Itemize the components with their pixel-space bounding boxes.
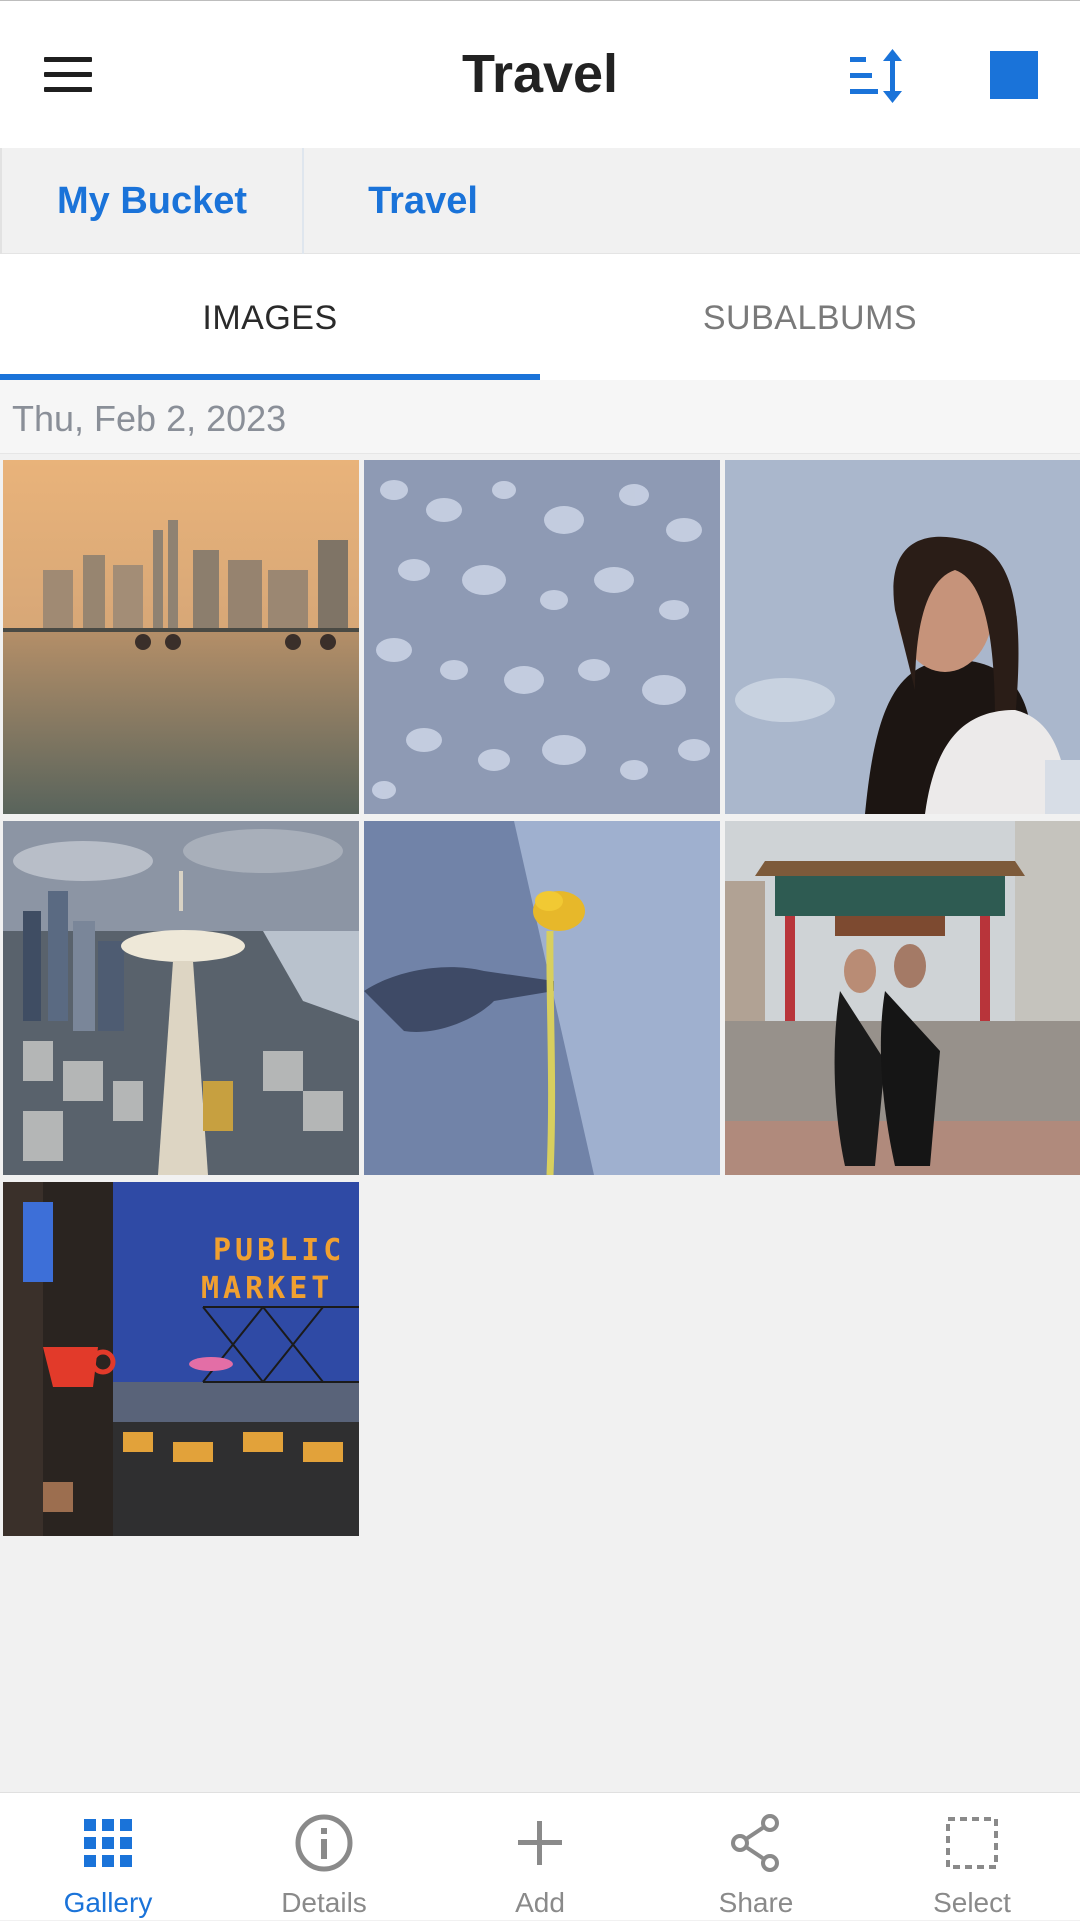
image-thumbnail-water-droplets[interactable] — [364, 460, 720, 814]
nav-details[interactable]: Details — [216, 1793, 432, 1921]
square-icon[interactable] — [990, 51, 1038, 99]
top-app-bar: Travel — [0, 0, 1080, 148]
select-icon — [946, 1817, 998, 1869]
plus-icon — [518, 1821, 562, 1865]
page-title: Travel — [461, 44, 619, 104]
nav-label-share: Share — [718, 1887, 794, 1918]
date-label: Thu, Feb 2, 2023 — [12, 398, 287, 439]
breadcrumb: My Bucket Travel — [0, 148, 1080, 254]
image-thumbnail-space-needle[interactable] — [3, 821, 359, 1175]
nav-label-add: Add — [515, 1887, 565, 1918]
image-thumbnail-public-market[interactable]: PUBLIC MARKET — [3, 1182, 359, 1536]
svg-text:PUBLIC: PUBLIC — [213, 1233, 345, 1268]
image-thumbnail-portrait[interactable] — [725, 460, 1080, 814]
nav-add[interactable]: Add — [432, 1793, 648, 1921]
tab-images[interactable]: IMAGES — [0, 254, 540, 380]
image-thumbnail-yellow-flower[interactable] — [364, 821, 720, 1175]
share-icon — [731, 1814, 779, 1872]
nav-select[interactable]: Select — [864, 1793, 1080, 1921]
nav-label-details: Details — [281, 1887, 367, 1918]
info-icon — [295, 1814, 353, 1872]
nav-gallery[interactable]: Gallery — [0, 1793, 216, 1921]
nav-label-select: Select — [933, 1887, 1011, 1918]
breadcrumb-item-my-bucket[interactable]: My Bucket — [0, 148, 304, 254]
breadcrumb-item-travel[interactable]: Travel — [306, 148, 540, 254]
image-thumbnail-infinity-pool[interactable] — [3, 460, 359, 814]
nav-label-gallery: Gallery — [63, 1887, 153, 1918]
tab-bar: IMAGES SUBALBUMS — [0, 254, 1080, 380]
sort-icon[interactable] — [848, 49, 908, 103]
grid-icon — [84, 1819, 132, 1867]
nav-share[interactable]: Share — [648, 1793, 864, 1921]
tab-subalbums[interactable]: SUBALBUMS — [540, 254, 1080, 380]
svg-text:MARKET: MARKET — [201, 1271, 333, 1306]
bottom-navigation: Gallery Details Add Share Select — [0, 1792, 1080, 1920]
image-thumbnail-chinatown-gate[interactable] — [725, 821, 1080, 1175]
date-section-header: Thu, Feb 2, 2023 — [0, 380, 1080, 454]
